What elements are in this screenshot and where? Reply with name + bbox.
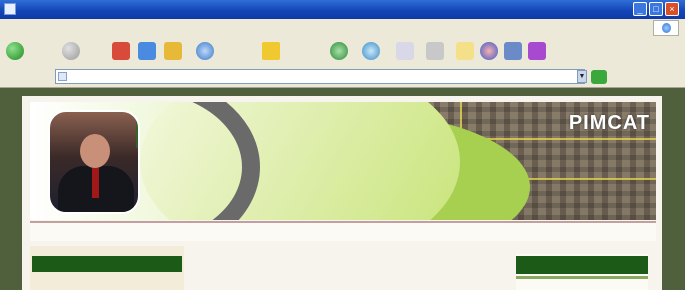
refresh-button[interactable] — [138, 42, 156, 60]
edit-icon — [456, 42, 474, 60]
links-label[interactable] — [630, 72, 678, 81]
right-panel — [516, 254, 648, 290]
right-panel-divider — [516, 276, 648, 279]
favorites-label — [286, 47, 322, 55]
menu-tools[interactable] — [166, 23, 216, 33]
close-button[interactable]: × — [665, 2, 679, 16]
back-label — [30, 47, 52, 55]
address-dropdown-button[interactable]: ▼ — [577, 70, 587, 83]
forward-button[interactable] — [62, 42, 80, 60]
favorites-star-icon — [262, 42, 280, 60]
flag-image — [136, 118, 138, 148]
edit-button[interactable] — [456, 42, 474, 60]
search-button[interactable] — [196, 42, 256, 60]
ie-app-icon — [4, 3, 16, 15]
search-label — [220, 47, 256, 55]
address-bar: ▼ — [0, 67, 685, 88]
go-label[interactable] — [610, 72, 626, 81]
address-url — [72, 71, 312, 81]
address-label — [4, 72, 38, 81]
refresh-icon — [138, 42, 156, 60]
menu-bar — [0, 19, 685, 38]
favorites-button[interactable] — [262, 42, 322, 60]
windows-logo-icon — [653, 20, 679, 36]
menu-help[interactable] — [232, 23, 262, 33]
left-panel-title — [52, 261, 162, 268]
stop-icon — [112, 42, 130, 60]
mail-icon — [396, 42, 414, 60]
home-button[interactable] — [164, 42, 182, 60]
back-arrow-icon — [6, 42, 24, 60]
left-panel-item[interactable] — [60, 282, 150, 289]
menu-file[interactable] — [6, 23, 34, 33]
mail-button[interactable] — [396, 42, 414, 60]
right-panel-title — [562, 262, 602, 269]
media-button[interactable] — [330, 42, 348, 60]
go-arrow-icon[interactable] — [591, 70, 607, 84]
research-icon — [504, 42, 522, 60]
address-input[interactable] — [55, 69, 585, 84]
media-icon — [330, 42, 348, 60]
back-button[interactable] — [6, 42, 52, 60]
print-button[interactable] — [426, 42, 444, 60]
research-button[interactable] — [504, 42, 522, 60]
standard-toolbar — [0, 37, 685, 68]
minimize-button[interactable]: _ — [633, 2, 647, 16]
forward-arrow-icon — [62, 42, 80, 60]
date-text — [520, 228, 650, 236]
home-icon — [164, 42, 182, 60]
discuss-icon — [480, 42, 498, 60]
right-panel-header — [516, 256, 648, 274]
search-icon — [196, 42, 214, 60]
nav-row — [30, 221, 656, 241]
window-title — [20, 3, 460, 15]
header-banner: PIMCAT — [30, 102, 656, 220]
menu-edit[interactable] — [46, 23, 76, 33]
history-icon — [362, 42, 380, 60]
history-button[interactable] — [362, 42, 380, 60]
window-titlebar: _ □ × — [0, 0, 685, 19]
menu-favorites[interactable] — [114, 23, 152, 33]
nav-home-link[interactable] — [40, 228, 70, 236]
caption-small — [170, 200, 200, 208]
menu-view[interactable] — [88, 23, 104, 33]
page-icon — [58, 72, 67, 81]
messenger-icon — [528, 42, 546, 60]
banner-caption — [180, 144, 320, 162]
official-portrait-image — [48, 110, 140, 214]
print-icon — [426, 42, 444, 60]
stop-button[interactable] — [112, 42, 130, 60]
maximize-button[interactable]: □ — [649, 2, 663, 16]
pimcat-logo-text: PIMCAT — [568, 112, 650, 134]
window-controls: _ □ × — [633, 2, 679, 16]
left-panel — [30, 246, 184, 290]
discuss-button[interactable] — [480, 42, 498, 60]
messenger-button[interactable] — [528, 42, 546, 60]
left-panel-header — [32, 256, 182, 272]
